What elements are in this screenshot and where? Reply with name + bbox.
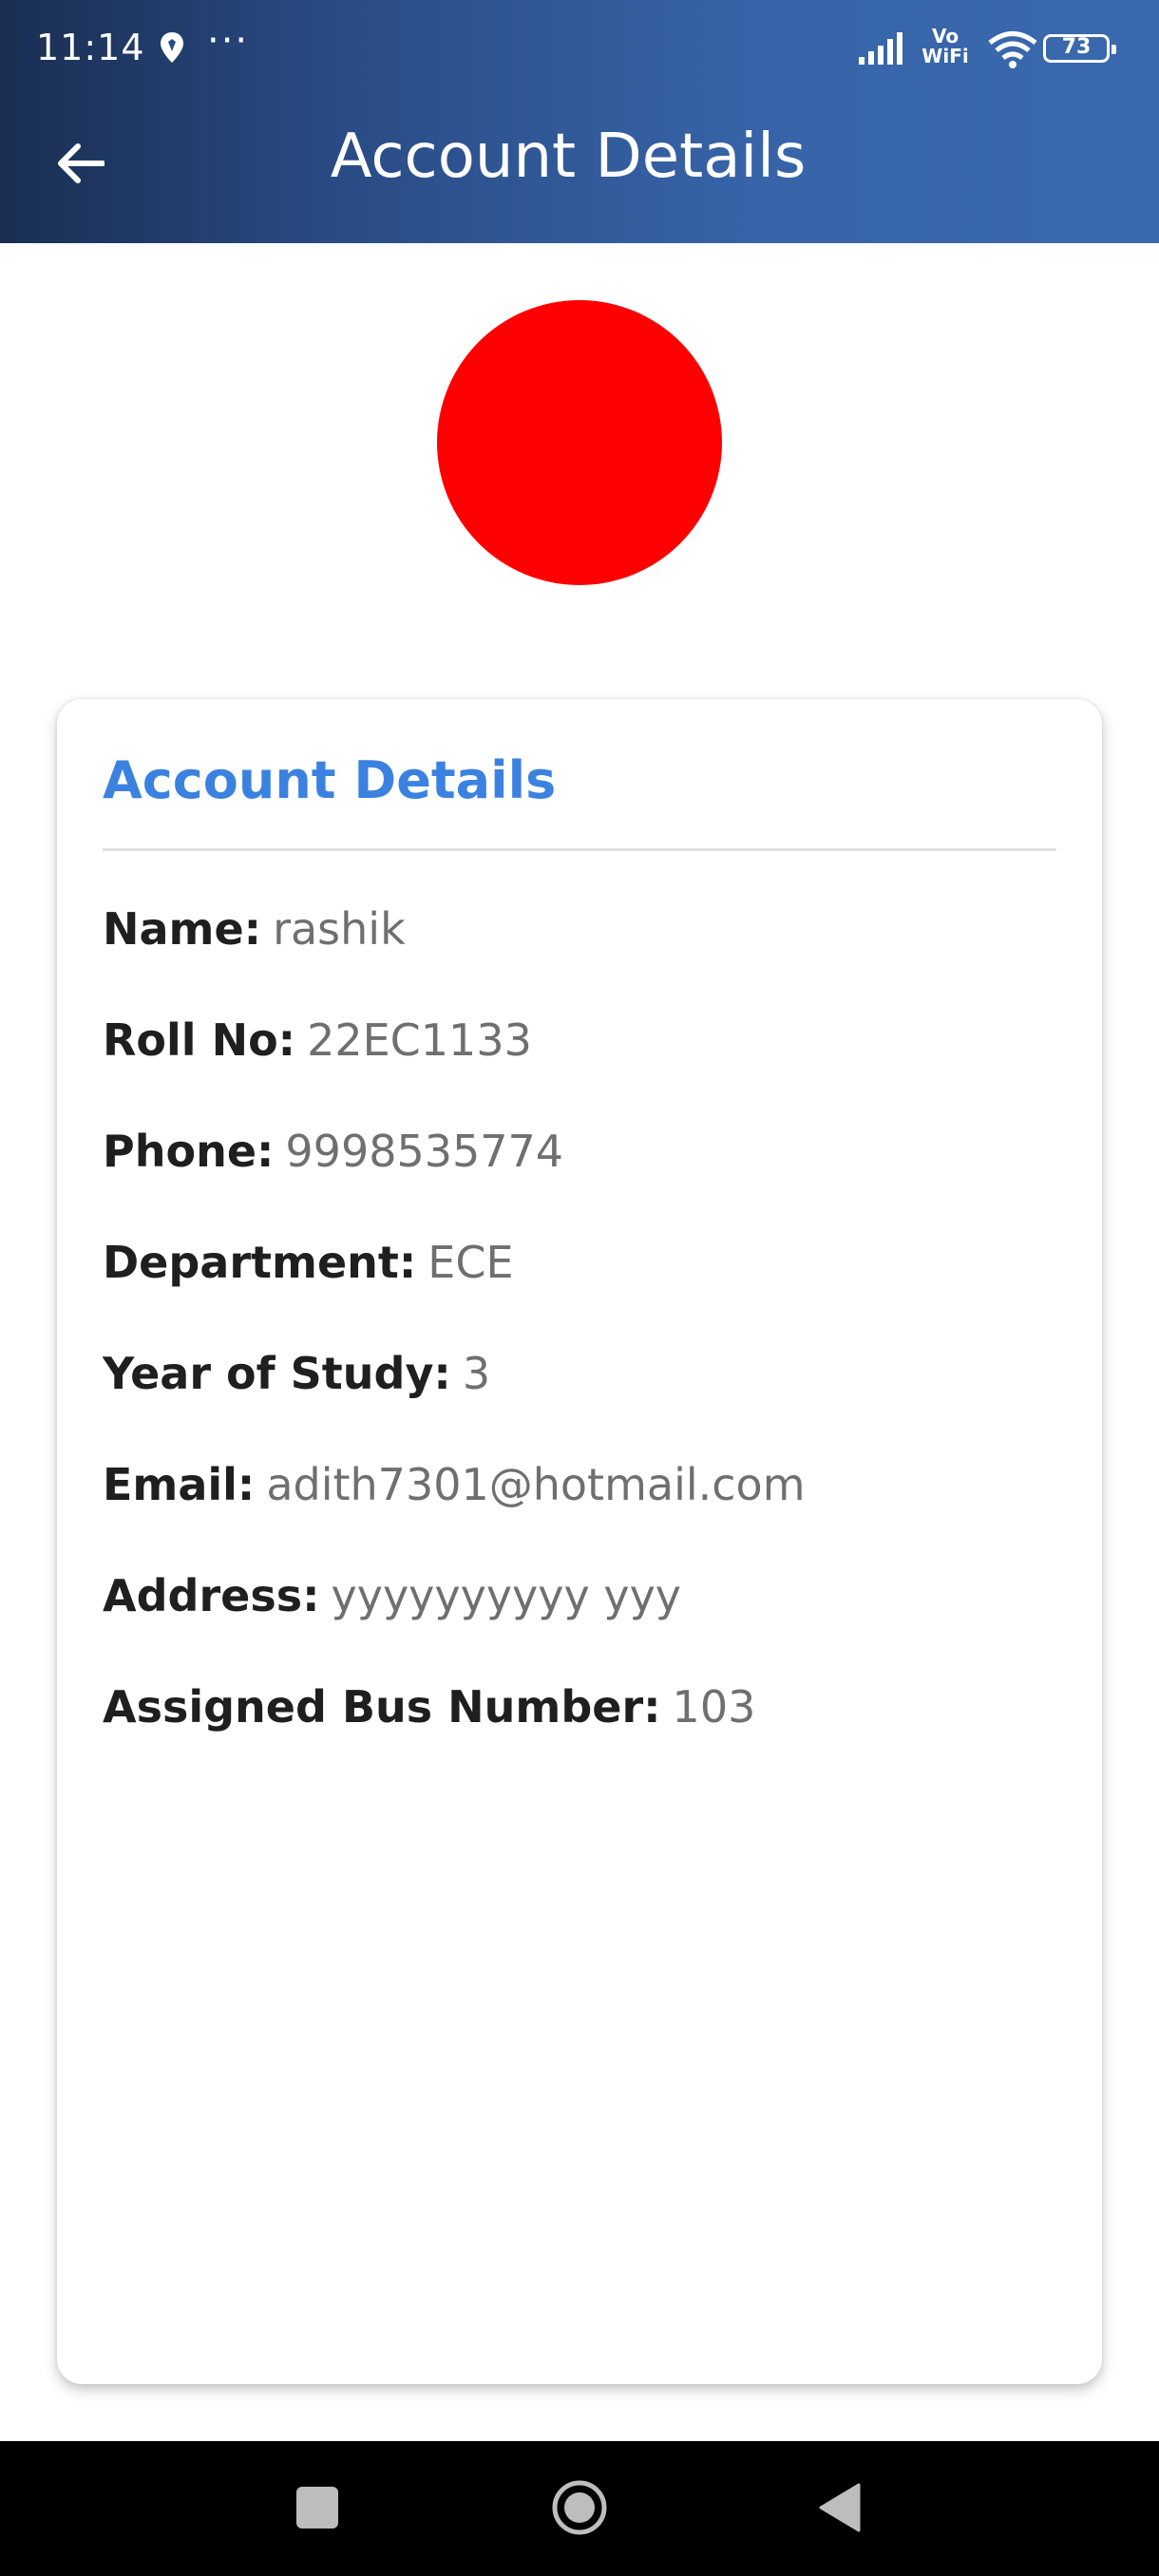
circle-home-icon [552, 2480, 607, 2535]
detail-value: 103 [672, 1681, 756, 1733]
signal-icon [857, 32, 910, 68]
detail-label: Phone: [103, 1126, 275, 1177]
detail-row-bus-number: Assigned Bus Number: 103 [103, 1678, 755, 1735]
status-time: 11:14 [36, 27, 145, 68]
home-button[interactable] [551, 2479, 608, 2536]
card-title: Account Details [103, 750, 557, 810]
detail-label: Roll No: [103, 1014, 296, 1066]
system-back-button[interactable] [817, 2483, 861, 2532]
wifi-icon [988, 30, 1037, 72]
battery-level: 73 [1061, 35, 1092, 59]
vowifi-wifi: WiFi [922, 45, 969, 67]
detail-row-year-of-study: Year of Study: 3 [103, 1345, 490, 1402]
detail-value: 9998535774 [285, 1126, 564, 1177]
detail-value: rashik [273, 903, 406, 955]
card-divider [103, 848, 1056, 851]
detail-label: Address: [103, 1570, 320, 1621]
detail-label: Assigned Bus Number: [103, 1681, 661, 1733]
status-overflow-dots: ··· [207, 19, 250, 63]
detail-row-department: Department: ECE [103, 1234, 514, 1291]
vowifi-icon: Vo WiFi [919, 27, 972, 66]
triangle-back-icon [819, 2483, 861, 2532]
detail-row-name: Name: rashik [103, 900, 406, 957]
system-nav-bar [0, 2441, 1159, 2576]
detail-row-email: Email: adith7301@hotmail.com [103, 1456, 806, 1513]
account-details-card: Account Details Name: rashik Roll No: 22EC… [57, 699, 1102, 2384]
detail-label: Year of Study: [103, 1348, 451, 1399]
detail-value: adith7301@hotmail.com [266, 1459, 806, 1510]
location-shield-icon [158, 30, 186, 70]
detail-value: 3 [462, 1348, 491, 1399]
battery-icon: 73 [1043, 34, 1116, 63]
vowifi-vo: Vo [931, 25, 960, 47]
avatar [437, 300, 722, 585]
detail-label: Email: [103, 1459, 256, 1510]
recents-button[interactable] [296, 2487, 338, 2529]
detail-value: ECE [428, 1237, 514, 1288]
detail-row-address: Address: yyyyyyyyyy yyy [103, 1567, 681, 1624]
page-title: Account Details [330, 122, 807, 192]
detail-label: Name: [103, 903, 262, 955]
detail-row-phone: Phone: 9998535774 [103, 1123, 563, 1180]
app-bar: 11:14 ··· Vo WiFi 73 Account Details [0, 0, 1159, 243]
detail-value: 22EC1133 [307, 1014, 532, 1066]
detail-label: Department: [103, 1237, 417, 1288]
detail-value: yyyyyyyyyy yyy [331, 1570, 682, 1621]
detail-row-roll-no: Roll No: 22EC1133 [103, 1012, 532, 1069]
